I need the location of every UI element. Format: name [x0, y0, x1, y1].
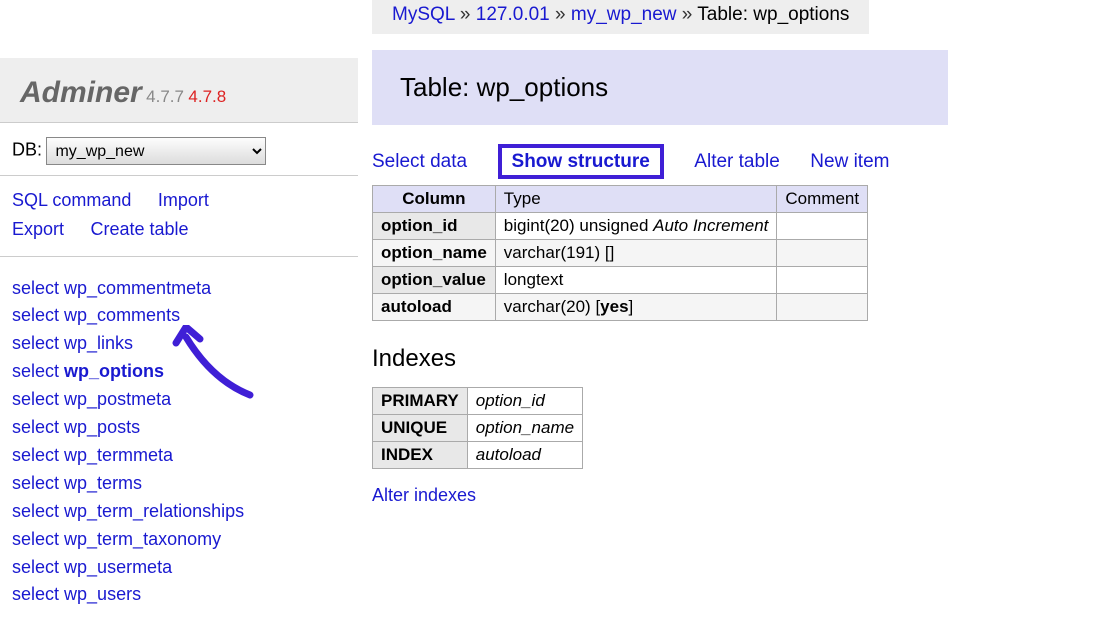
table-link[interactable]: select wp_options [12, 358, 346, 386]
column-name: option_id [373, 213, 496, 240]
select-prefix: select [12, 501, 64, 521]
table-name: wp_postmeta [64, 389, 171, 409]
select-prefix: select [12, 333, 64, 353]
table-link[interactable]: select wp_links [12, 330, 346, 358]
table-row: INDEXautoload [373, 442, 583, 469]
table-link[interactable]: select wp_postmeta [12, 386, 346, 414]
column-type: bigint(20) unsigned Auto Increment [495, 213, 777, 240]
brand-version: 4.7.7 [146, 87, 184, 106]
table-link[interactable]: select wp_terms [12, 470, 346, 498]
page-title: Table: wp_options [372, 50, 948, 125]
tab-select-data[interactable]: Select data [372, 151, 467, 172]
table-row: option_idbigint(20) unsigned Auto Increm… [373, 213, 868, 240]
index-columns: option_name [467, 415, 582, 442]
select-prefix: select [12, 584, 64, 604]
tab-show-structure[interactable]: Show structure [498, 144, 664, 179]
table-link[interactable]: select wp_comments [12, 302, 346, 330]
table-name: wp_termmeta [64, 445, 173, 465]
import-link[interactable]: Import [158, 190, 209, 210]
table-name: wp_terms [64, 473, 142, 493]
db-row: DB: my_wp_new [0, 123, 358, 176]
select-prefix: select [12, 445, 64, 465]
table-link[interactable]: select wp_term_taxonomy [12, 526, 346, 554]
column-type: varchar(191) [] [495, 240, 777, 267]
table-link[interactable]: select wp_termmeta [12, 442, 346, 470]
main-content: MySQL » 127.0.01 » my_wp_new » Table: wp… [358, 0, 1100, 580]
table-name: wp_comments [64, 305, 180, 325]
select-prefix: select [12, 389, 64, 409]
command-block: SQL command Import Export Create table [0, 176, 358, 257]
breadcrumb: MySQL » 127.0.01 » my_wp_new » Table: wp… [372, 0, 869, 34]
index-kind: UNIQUE [373, 415, 468, 442]
tab-alter-table[interactable]: Alter table [694, 151, 780, 172]
brand-name: Adminer [20, 76, 142, 109]
index-kind: PRIMARY [373, 388, 468, 415]
indexes-heading: Indexes [372, 345, 1086, 373]
select-prefix: select [12, 278, 64, 298]
column-name: autoload [373, 294, 496, 321]
table-link[interactable]: select wp_users [12, 581, 346, 609]
breadcrumb-host[interactable]: 127.0.01 [476, 4, 550, 25]
table-name: wp_links [64, 333, 133, 353]
select-prefix: select [12, 529, 64, 549]
breadcrumb-tail: Table: wp_options [697, 4, 849, 25]
select-prefix: select [12, 361, 64, 381]
table-link[interactable]: select wp_term_relationships [12, 498, 346, 526]
select-prefix: select [12, 417, 64, 437]
select-prefix: select [12, 473, 64, 493]
table-row: option_namevarchar(191) [] [373, 240, 868, 267]
breadcrumb-driver[interactable]: MySQL [392, 4, 455, 25]
sidebar: Adminer 4.7.7 4.7.8 DB: my_wp_new SQL co… [0, 0, 358, 580]
table-name: wp_term_relationships [64, 501, 244, 521]
tabs: Select data Show structure Alter table N… [372, 151, 1086, 173]
select-prefix: select [12, 557, 64, 577]
column-name: option_name [373, 240, 496, 267]
indexes-table: PRIMARYoption_idUNIQUEoption_nameINDEXau… [372, 387, 583, 469]
column-comment [777, 294, 868, 321]
breadcrumb-sep: » [460, 4, 476, 25]
tab-new-item[interactable]: New item [810, 151, 889, 172]
brand-box: Adminer 4.7.7 4.7.8 [0, 58, 358, 123]
table-name: wp_options [64, 361, 164, 381]
table-name: wp_users [64, 584, 141, 604]
column-type: varchar(20) [yes] [495, 294, 777, 321]
col-header-column: Column [373, 186, 496, 213]
columns-table: Column Type Comment option_idbigint(20) … [372, 185, 868, 321]
table-row: option_valuelongtext [373, 267, 868, 294]
index-columns: option_id [467, 388, 582, 415]
select-prefix: select [12, 305, 64, 325]
tables-list: select wp_commentmetaselect wp_commentss… [0, 257, 358, 619]
column-type: longtext [495, 267, 777, 294]
columns-header-row: Column Type Comment [373, 186, 868, 213]
column-comment [777, 267, 868, 294]
breadcrumb-sep: » [682, 4, 698, 25]
table-row: UNIQUEoption_name [373, 415, 583, 442]
table-name: wp_term_taxonomy [64, 529, 221, 549]
db-select[interactable]: my_wp_new [46, 137, 266, 165]
brand-new-version[interactable]: 4.7.8 [188, 87, 226, 106]
table-row: PRIMARYoption_id [373, 388, 583, 415]
table-name: wp_posts [64, 417, 140, 437]
sql-command-link[interactable]: SQL command [12, 190, 131, 210]
column-comment [777, 213, 868, 240]
alter-indexes-link[interactable]: Alter indexes [372, 485, 476, 506]
table-name: wp_commentmeta [64, 278, 211, 298]
export-link[interactable]: Export [12, 219, 64, 239]
table-name: wp_usermeta [64, 557, 172, 577]
col-header-comment: Comment [777, 186, 868, 213]
breadcrumb-db[interactable]: my_wp_new [571, 4, 677, 25]
index-kind: INDEX [373, 442, 468, 469]
table-link[interactable]: select wp_commentmeta [12, 275, 346, 303]
create-table-link[interactable]: Create table [90, 219, 188, 239]
column-comment [777, 240, 868, 267]
column-name: option_value [373, 267, 496, 294]
col-header-type: Type [495, 186, 777, 213]
table-link[interactable]: select wp_usermeta [12, 554, 346, 582]
breadcrumb-sep: » [555, 4, 571, 25]
table-row: autoloadvarchar(20) [yes] [373, 294, 868, 321]
db-label: DB: [12, 140, 42, 160]
index-columns: autoload [467, 442, 582, 469]
table-link[interactable]: select wp_posts [12, 414, 346, 442]
